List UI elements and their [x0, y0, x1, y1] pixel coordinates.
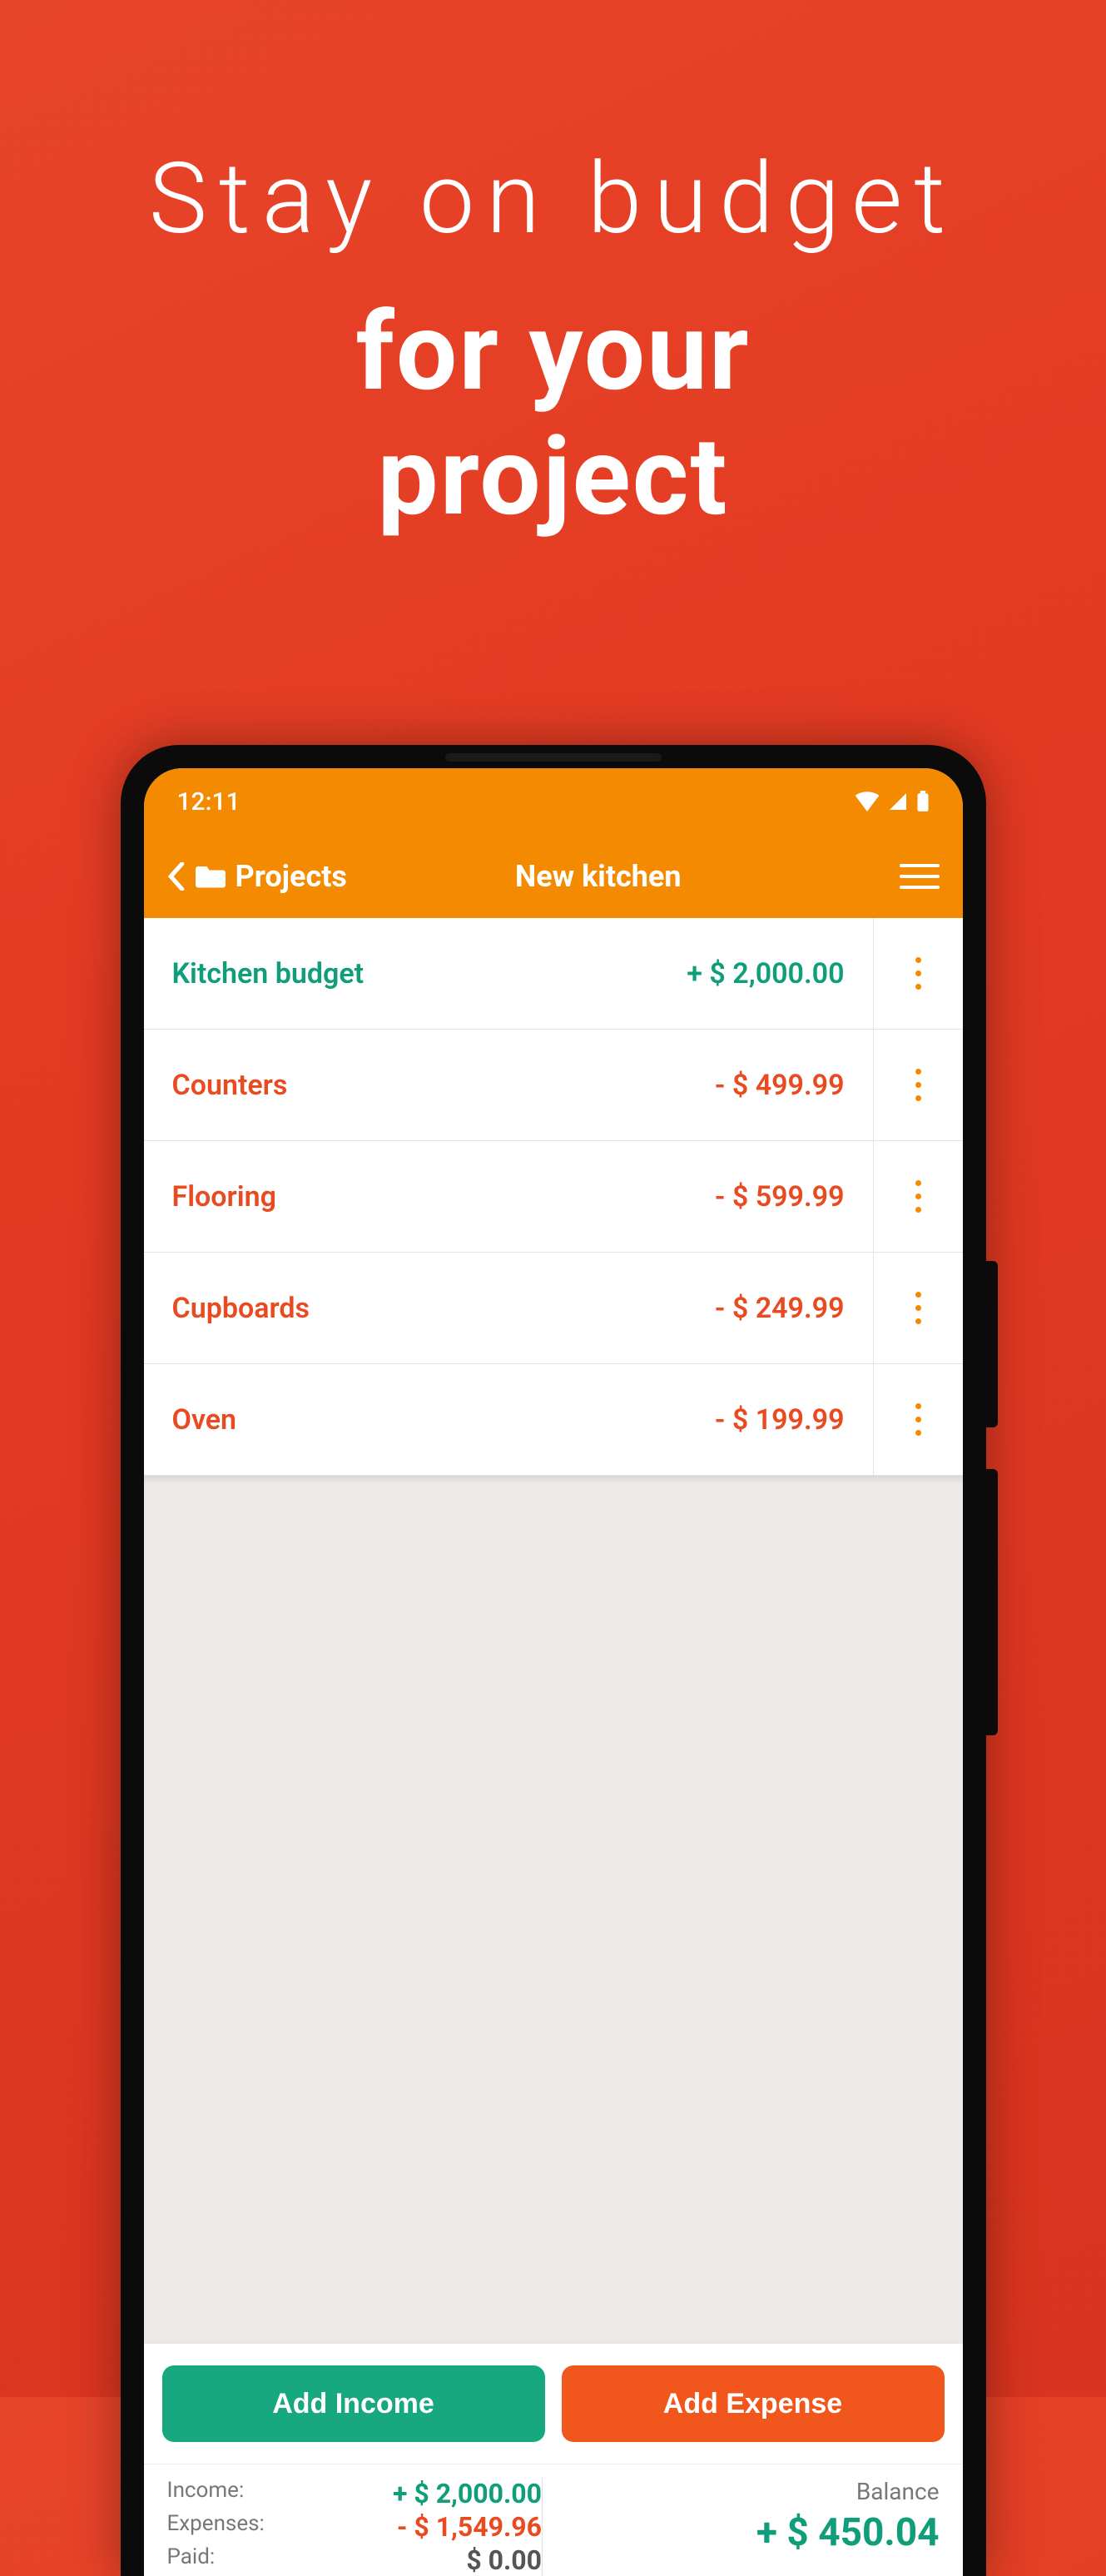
transaction-row[interactable]: Kitchen budget + $ 2,000.00	[144, 918, 963, 1030]
income-value: + $ 2,000.00	[336, 2478, 542, 2509]
summary-bar: Income: + $ 2,000.00 Expenses: - $ 1,549…	[144, 2464, 963, 2576]
paid-value: $ 0.00	[336, 2544, 542, 2576]
action-bar: Add Income Add Expense	[144, 2343, 963, 2464]
summary-left: Income: + $ 2,000.00 Expenses: - $ 1,549…	[167, 2478, 543, 2576]
transaction-main: Counters - $ 499.99	[144, 1069, 873, 1102]
transaction-list: Kitchen budget + $ 2,000.00 Counters - $ 49…	[144, 918, 963, 1476]
empty-area	[144, 1476, 963, 2343]
transaction-amount: + $ 2,000.00	[687, 957, 844, 990]
status-time: 12:11	[177, 787, 241, 816]
kebab-icon	[915, 1069, 921, 1101]
income-label: Income:	[167, 2478, 321, 2509]
transaction-amount: - $ 249.99	[715, 1292, 845, 1325]
transaction-amount: - $ 499.99	[715, 1069, 845, 1102]
status-bar: 12:11	[144, 768, 963, 835]
phone-screen: 12:11 Projects New kitchen Kitchen budge…	[144, 768, 963, 2576]
kebab-icon	[915, 957, 921, 990]
transaction-main: Kitchen budget + $ 2,000.00	[144, 957, 873, 990]
balance-value: + $ 450.04	[564, 2510, 940, 2555]
kebab-icon	[915, 1292, 921, 1324]
expenses-label: Expenses:	[167, 2511, 321, 2543]
kebab-icon	[915, 1403, 921, 1436]
balance-label: Balance	[564, 2478, 940, 2505]
battery-icon	[916, 791, 930, 812]
transaction-name: Oven	[172, 1403, 237, 1437]
promo-line-1: Stay on budget	[0, 141, 1106, 256]
transaction-row[interactable]: Counters - $ 499.99	[144, 1030, 963, 1141]
transaction-name: Kitchen budget	[172, 957, 365, 990]
row-menu-button[interactable]	[873, 1253, 963, 1363]
transaction-name: Flooring	[172, 1180, 276, 1214]
wifi-icon	[855, 792, 880, 812]
row-menu-button[interactable]	[873, 1030, 963, 1140]
transaction-name: Cupboards	[172, 1292, 310, 1325]
transaction-row[interactable]: Flooring - $ 599.99	[144, 1141, 963, 1253]
page-title: New kitchen	[312, 859, 885, 894]
kebab-icon	[915, 1180, 921, 1213]
hamburger-icon	[900, 864, 940, 867]
summary-right: Balance + $ 450.04	[542, 2478, 940, 2576]
folder-icon	[196, 864, 226, 889]
promo-heading: Stay on budget for your project	[0, 0, 1106, 539]
nav-bar: Projects New kitchen	[144, 835, 963, 918]
phone-speaker	[445, 753, 662, 762]
transaction-row[interactable]: Cupboards - $ 249.99	[144, 1253, 963, 1364]
cellular-icon	[888, 792, 908, 812]
transaction-main: Oven - $ 199.99	[144, 1403, 873, 1437]
promo-line-2: for your project	[0, 290, 1106, 539]
add-expense-button[interactable]: Add Expense	[562, 2365, 945, 2442]
row-menu-button[interactable]	[873, 1364, 963, 1475]
add-income-button[interactable]: Add Income	[162, 2365, 545, 2442]
transaction-amount: - $ 599.99	[715, 1180, 845, 1214]
expenses-value: - $ 1,549.96	[336, 2511, 542, 2543]
chevron-left-icon	[167, 862, 186, 891]
status-icons	[855, 791, 930, 812]
transaction-amount: - $ 199.99	[715, 1403, 845, 1437]
phone-frame: 12:11 Projects New kitchen Kitchen budge…	[121, 745, 986, 2576]
transaction-main: Cupboards - $ 249.99	[144, 1292, 873, 1325]
row-menu-button[interactable]	[873, 918, 963, 1029]
menu-button[interactable]	[900, 864, 940, 889]
row-menu-button[interactable]	[873, 1141, 963, 1252]
transaction-name: Counters	[172, 1069, 288, 1102]
transaction-row[interactable]: Oven - $ 199.99	[144, 1364, 963, 1476]
transaction-main: Flooring - $ 599.99	[144, 1180, 873, 1214]
paid-label: Paid:	[167, 2544, 321, 2576]
